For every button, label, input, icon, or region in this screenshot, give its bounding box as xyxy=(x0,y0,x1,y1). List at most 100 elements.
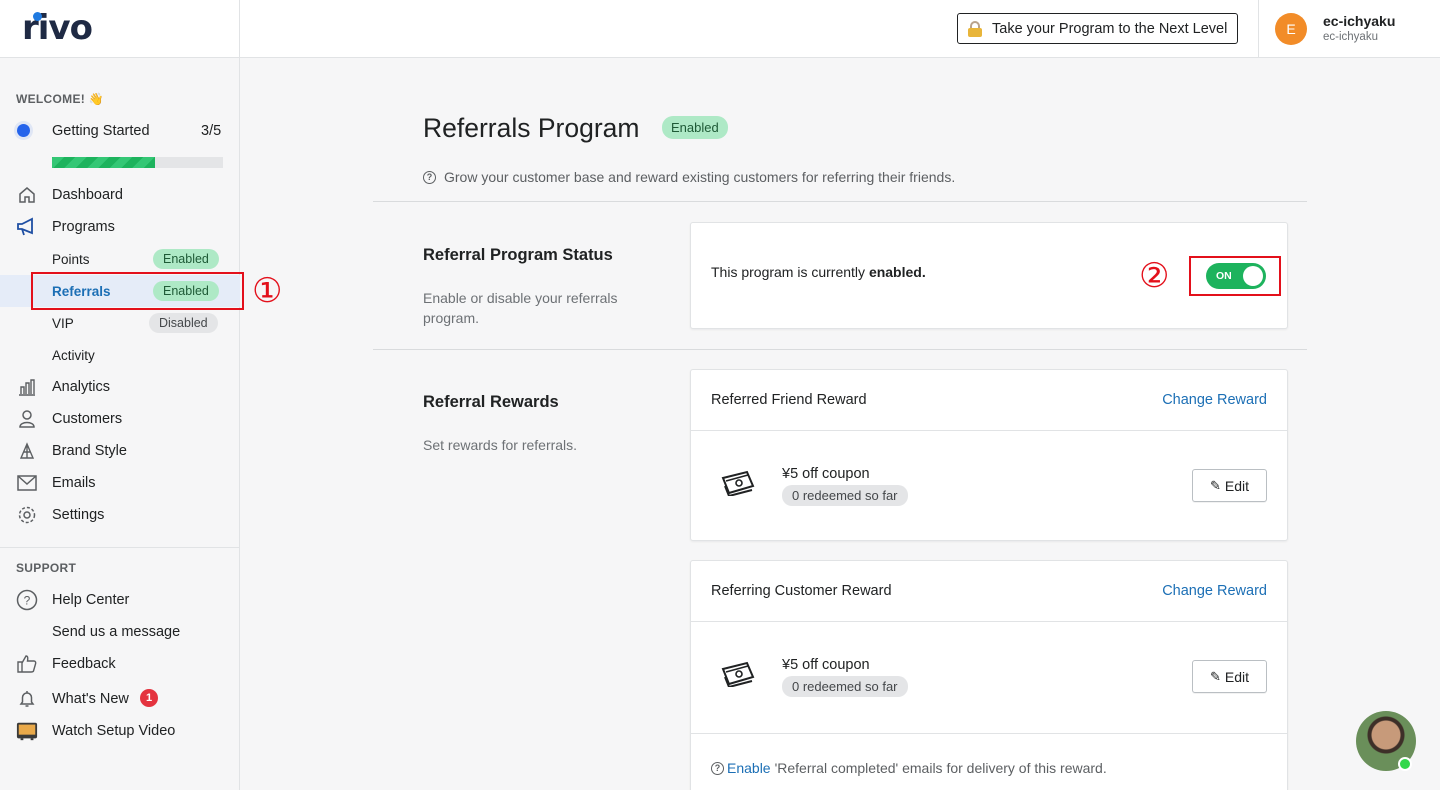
sidebar-item-label: Help Center xyxy=(52,592,130,608)
sidebar-item-label: Send us a message xyxy=(52,624,181,640)
card-title: Referred Friend Reward xyxy=(711,392,867,408)
logo-area: rivo xyxy=(0,0,240,57)
sidebar-item-label: Customers xyxy=(52,411,123,427)
edit-label: Edit xyxy=(1224,477,1250,494)
bar-chart-icon xyxy=(16,376,38,398)
annotation-box-referrals xyxy=(31,272,244,310)
sidebar-item-label: Programs xyxy=(52,219,115,235)
email-note-text: 'Referral completed' emails for delivery… xyxy=(774,760,1107,776)
sidebar-item-help-center[interactable]: ? Help Center xyxy=(0,584,240,616)
page-description-text: Grow your customer base and reward exist… xyxy=(444,169,956,185)
upgrade-button[interactable]: Take your Program to the Next Level xyxy=(957,13,1238,44)
card-header: Referring Customer Reward Change Reward xyxy=(691,561,1287,622)
welcome-heading: WELCOME! 👋 xyxy=(16,92,104,106)
rewards-section-description: Set rewards for referrals. xyxy=(423,437,578,453)
upgrade-label: Take your Program to the Next Level xyxy=(992,20,1228,37)
sidebar-subitem-points[interactable]: Points Enabled xyxy=(0,243,240,275)
card-divider xyxy=(691,733,1287,734)
gear-icon xyxy=(16,504,38,526)
sidebar-subitem-label: Activity xyxy=(52,347,95,363)
redeemed-badge: 0 redeemed so far xyxy=(782,676,908,697)
sidebar: WELCOME! 👋 Getting Started 3/5 Dashboard… xyxy=(0,58,240,790)
home-icon xyxy=(16,184,38,206)
bell-icon xyxy=(16,688,38,710)
status-badge: Disabled xyxy=(149,313,218,333)
sidebar-subitem-label: Points xyxy=(52,251,90,267)
money-icon xyxy=(721,661,755,687)
edit-reward-button[interactable]: ✎ Edit xyxy=(1192,660,1267,693)
card-header: Referred Friend Reward Change Reward xyxy=(691,370,1287,431)
change-reward-link[interactable]: Change Reward xyxy=(1162,583,1267,599)
sidebar-item-label: Brand Style xyxy=(52,443,127,459)
status-badge: Enabled xyxy=(153,249,219,269)
thumbs-up-icon xyxy=(16,653,38,675)
top-bar: rivo Take your Program to the Next Level… xyxy=(0,0,1440,58)
pencil-icon: ✎ xyxy=(1209,477,1221,493)
getting-started-dot-icon xyxy=(17,124,30,137)
sidebar-item-watch-video[interactable]: Watch Setup Video xyxy=(0,715,240,747)
status-badge: Enabled xyxy=(662,116,728,139)
money-icon xyxy=(721,470,755,496)
sidebar-item-label: Dashboard xyxy=(52,187,123,203)
reward-card: Referred Friend Reward Change Reward ¥5 … xyxy=(690,369,1288,541)
sidebar-item-label: What's New xyxy=(52,691,129,707)
email-note: ? Enable 'Referral completed' emails for… xyxy=(711,760,1107,776)
sidebar-item-customers[interactable]: Customers xyxy=(0,403,240,435)
status-section-title: Referral Program Status xyxy=(423,246,613,264)
support-heading: SUPPORT xyxy=(16,561,77,575)
divider xyxy=(373,201,1307,202)
redeemed-badge: 0 redeemed so far xyxy=(782,485,908,506)
page-description: ? Grow your customer base and reward exi… xyxy=(423,169,955,185)
question-circle-icon: ? xyxy=(711,761,724,775)
sidebar-item-label: Analytics xyxy=(52,379,111,395)
sidebar-item-settings[interactable]: Settings xyxy=(0,499,240,531)
edit-reward-button[interactable]: ✎ Edit xyxy=(1192,469,1267,502)
person-icon xyxy=(16,408,38,430)
user-separator xyxy=(1258,0,1259,57)
rewards-section-title: Referral Rewards xyxy=(423,393,559,411)
sidebar-item-label: Settings xyxy=(52,507,105,523)
sidebar-subitem-vip[interactable]: VIP Disabled xyxy=(0,307,240,339)
envelope-icon xyxy=(16,472,38,494)
sidebar-divider xyxy=(0,547,239,548)
sidebar-item-programs[interactable]: Programs xyxy=(0,211,240,243)
lock-icon xyxy=(967,20,983,37)
annotation-box-toggle xyxy=(1189,256,1281,296)
sidebar-item-whats-new[interactable]: What's New xyxy=(0,683,240,715)
card-title: Referring Customer Reward xyxy=(711,583,892,599)
notification-badge: 1 xyxy=(140,689,158,707)
change-reward-link[interactable]: Change Reward xyxy=(1162,392,1267,408)
user-avatar[interactable]: E xyxy=(1275,13,1307,45)
pencil-icon: ✎ xyxy=(1209,668,1221,684)
reward-name: ¥5 off coupon xyxy=(782,466,870,482)
annotation-marker-2: ② xyxy=(1139,256,1170,296)
status-value: enabled. xyxy=(868,264,926,280)
sidebar-item-brand-style[interactable]: Brand Style xyxy=(0,435,240,467)
sidebar-item-send-message[interactable]: Send us a message xyxy=(0,616,240,648)
sidebar-item-analytics[interactable]: Analytics xyxy=(0,371,240,403)
paint-icon xyxy=(16,440,38,462)
reward-name: ¥5 off coupon xyxy=(782,657,870,673)
enable-email-link[interactable]: Enable xyxy=(727,760,771,776)
sidebar-item-label: Emails xyxy=(52,475,96,491)
question-circle-icon: ? xyxy=(423,170,436,184)
annotation-marker-1: ① xyxy=(252,271,283,311)
status-text: This program is currently enabled. xyxy=(711,264,926,280)
sidebar-item-dashboard[interactable]: Dashboard xyxy=(0,179,240,211)
sidebar-item-feedback[interactable]: Feedback xyxy=(0,648,240,680)
status-section-description: Enable or disable your referrals program… xyxy=(423,290,618,326)
tv-icon xyxy=(16,720,38,742)
progress-fill xyxy=(52,157,155,168)
getting-started-progress xyxy=(52,157,223,168)
user-name[interactable]: ec-ichyaku xyxy=(1323,13,1395,29)
divider xyxy=(373,349,1307,350)
sidebar-item-emails[interactable]: Emails xyxy=(0,467,240,499)
getting-started-count: 3/5 xyxy=(201,123,222,139)
reward-card: Referring Customer Reward Change Reward … xyxy=(690,560,1288,790)
getting-started-label[interactable]: Getting Started xyxy=(52,123,150,139)
shop-name: ec-ichyaku xyxy=(1323,31,1378,43)
sidebar-subitem-activity[interactable]: Activity xyxy=(0,339,240,371)
logo-dot xyxy=(33,12,42,21)
question-circle-icon: ? xyxy=(16,589,38,611)
sidebar-subitem-label: VIP xyxy=(52,315,74,331)
